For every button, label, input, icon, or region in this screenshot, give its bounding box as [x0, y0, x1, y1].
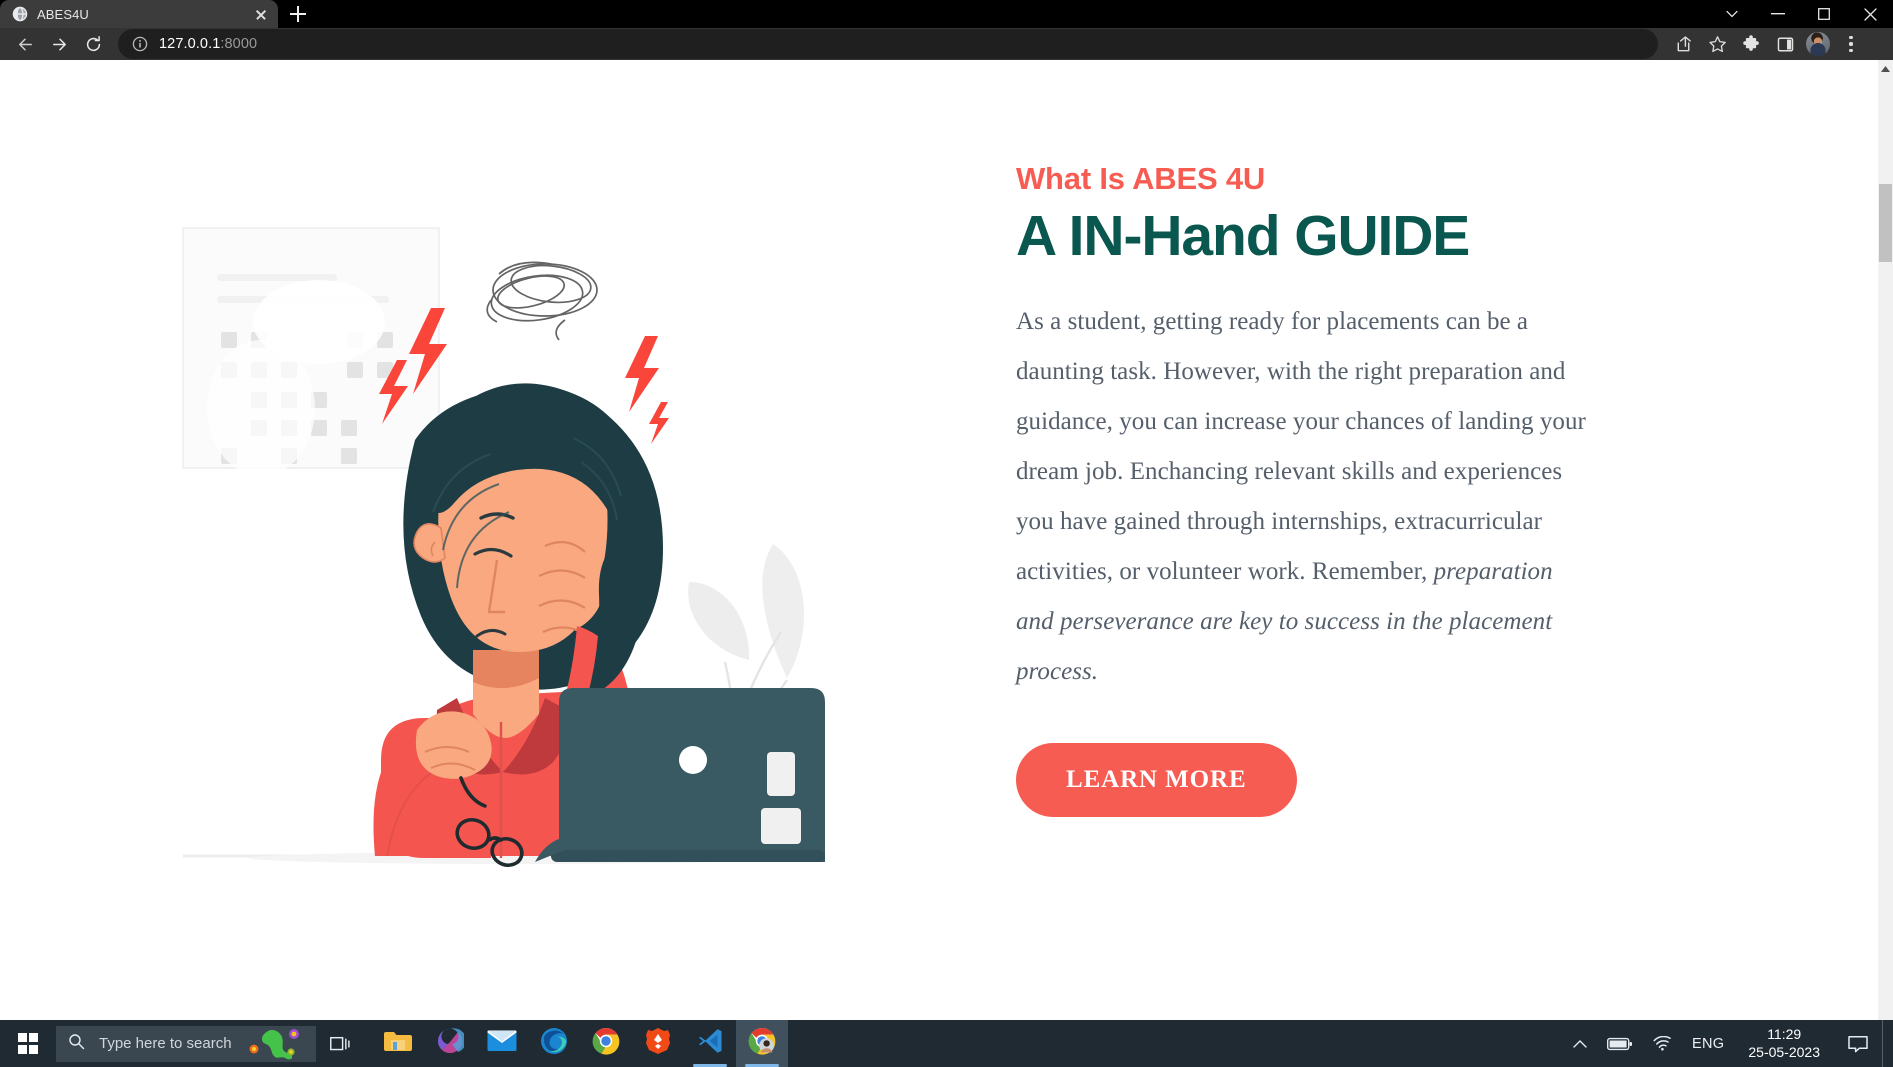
windows-taskbar: Type here to search ENG 11:29 25-05-2023 — [0, 1020, 1893, 1067]
info-circle-icon[interactable] — [132, 36, 148, 52]
speech-bubble-icon[interactable] — [1834, 1020, 1882, 1067]
url-text: 127.0.0.1:8000 — [159, 36, 257, 52]
taskbar-app-brave-browser[interactable] — [632, 1020, 684, 1067]
clock-time: 11:29 — [1767, 1025, 1802, 1042]
globe-icon — [12, 6, 28, 22]
stressed-student-at-laptop-illustration — [169, 212, 841, 888]
office-icon — [436, 1027, 467, 1060]
scrollbar-thumb[interactable] — [1879, 184, 1892, 262]
share-icon[interactable] — [1666, 28, 1700, 60]
avatar — [1806, 32, 1830, 56]
chevron-up-icon[interactable] — [1563, 1020, 1597, 1067]
folder-icon — [383, 1028, 413, 1059]
body-paragraph: As a student, getting ready for placemen… — [1016, 297, 1591, 697]
chrome-profile-icon — [748, 1027, 776, 1060]
url-port: :8000 — [220, 36, 258, 52]
show-desktop-button[interactable] — [1882, 1020, 1889, 1067]
window-controls — [1709, 0, 1893, 28]
language-indicator[interactable]: ENG — [1682, 1020, 1734, 1067]
task-view-icon[interactable] — [316, 1020, 364, 1067]
windows-logo — [17, 1033, 39, 1054]
paragraph-plain-text: As a student, getting ready for placemen… — [1016, 308, 1586, 586]
tab-abes4u[interactable]: ABES4U — [0, 0, 278, 28]
forward-button[interactable] — [42, 28, 76, 60]
close-icon[interactable] — [252, 5, 270, 23]
taskbar-app-mail[interactable] — [476, 1020, 528, 1067]
wifi-icon[interactable] — [1643, 1020, 1682, 1067]
puzzle-piece-icon[interactable] — [1734, 28, 1768, 60]
tab-strip: ABES4U — [0, 0, 1893, 28]
tab-title: ABES4U — [37, 6, 89, 22]
side-panel-icon[interactable] — [1768, 28, 1802, 60]
taskbar-app-microsoft-365[interactable] — [424, 1020, 476, 1067]
browser-toolbar: 127.0.0.1:8000 — [0, 28, 1893, 60]
taskbar-app-google-chrome[interactable] — [580, 1020, 632, 1067]
vscode-icon — [696, 1027, 724, 1060]
windows-start-icon[interactable] — [0, 1020, 56, 1067]
star-icon[interactable] — [1700, 28, 1734, 60]
url-host: 127.0.0.1 — [159, 36, 221, 52]
language-label: ENG — [1692, 1035, 1725, 1052]
page-title: A IN-Hand GUIDE — [1016, 204, 1470, 269]
section-eyebrow: What Is ABES 4U — [1016, 161, 1266, 196]
search-icon — [68, 1033, 85, 1055]
address-bar[interactable]: 127.0.0.1:8000 — [118, 29, 1658, 59]
battery-icon[interactable] — [1597, 1020, 1643, 1067]
search-placeholder: Type here to search — [99, 1035, 232, 1052]
new-tab-button[interactable] — [278, 0, 318, 28]
web-page: What Is ABES 4U A IN-Hand GUIDE As a stu… — [0, 60, 1878, 1020]
chrome-icon — [592, 1027, 620, 1060]
back-button[interactable] — [8, 28, 42, 60]
system-tray: ENG 11:29 25-05-2023 — [1563, 1020, 1893, 1067]
edge-icon — [540, 1027, 568, 1060]
three-dot-menu-icon[interactable] — [1834, 28, 1868, 60]
profile-avatar-icon[interactable] — [1802, 28, 1834, 60]
taskbar-app-file-explorer[interactable] — [372, 1020, 424, 1067]
tab-search-button[interactable] — [1709, 0, 1755, 28]
taskbar-app-chrome-window[interactable] — [736, 1020, 788, 1067]
illustration-column — [0, 60, 1010, 1020]
learn-more-button[interactable]: LEARN MORE — [1016, 743, 1297, 818]
envelope-icon — [487, 1030, 517, 1057]
taskbar-app-visual-studio-code[interactable] — [684, 1020, 736, 1067]
plus-icon — [290, 6, 306, 22]
maximize-button[interactable] — [1801, 0, 1847, 28]
minimize-button[interactable] — [1755, 0, 1801, 28]
taskbar-app-microsoft-edge[interactable] — [528, 1020, 580, 1067]
vertical-scrollbar[interactable] — [1878, 60, 1893, 1020]
content-column: What Is ABES 4U A IN-Hand GUIDE As a stu… — [1010, 60, 1878, 818]
page-viewport: What Is ABES 4U A IN-Hand GUIDE As a stu… — [0, 60, 1893, 1020]
clock-date: 25-05-2023 — [1748, 1043, 1820, 1060]
browser-window: ABES4U 127.0.0.1:8000 What Is ABES 4U A … — [0, 0, 1893, 1020]
taskbar-apps — [372, 1020, 788, 1067]
reload-button[interactable] — [76, 28, 110, 60]
search-input[interactable]: Type here to search — [56, 1025, 316, 1062]
close-button[interactable] — [1847, 0, 1893, 28]
clock[interactable]: 11:29 25-05-2023 — [1734, 1020, 1834, 1067]
search-decoration-graphic — [244, 1028, 310, 1060]
brave-lion-icon — [645, 1027, 671, 1060]
scroll-up-arrow-icon[interactable] — [1878, 60, 1893, 77]
